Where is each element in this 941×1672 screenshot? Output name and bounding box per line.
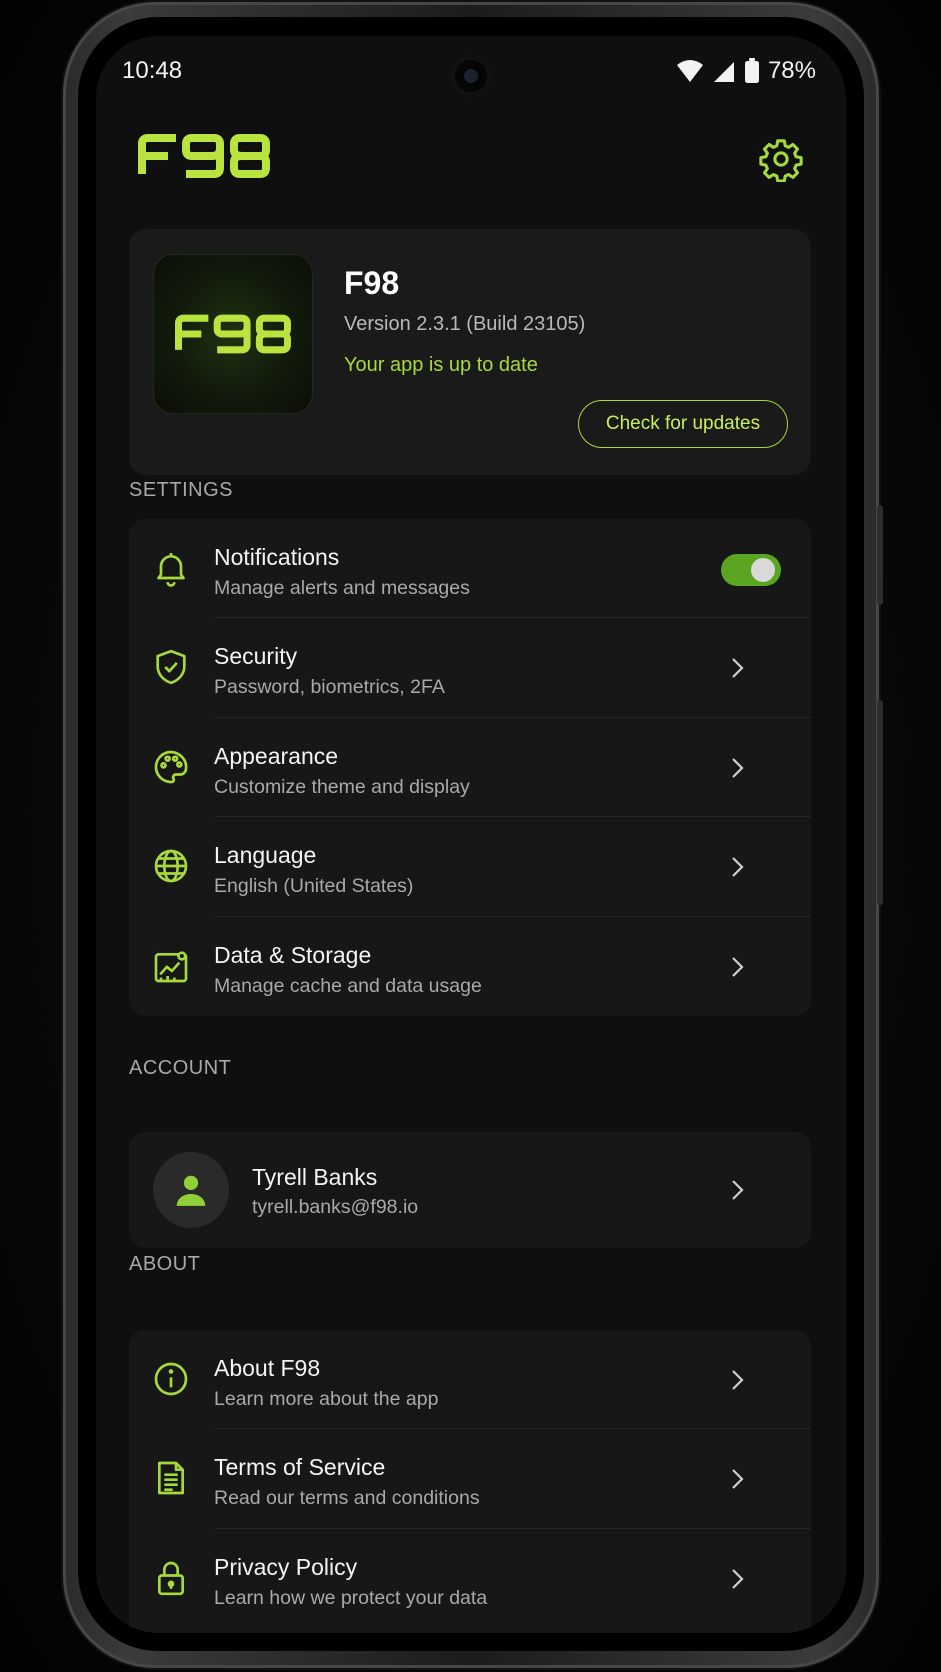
settings-card: Notifications Manage alerts and messages… (129, 519, 811, 1016)
globe-icon (154, 849, 188, 883)
chevron-right-icon (732, 658, 744, 679)
bell-icon (157, 553, 185, 587)
about-item-title: Privacy Policy (214, 1553, 358, 1580)
chevron-right-icon (732, 1370, 744, 1390)
chart-icon (154, 950, 188, 982)
about-section-label: ABOUT (129, 1253, 201, 1275)
about-item-about-f98[interactable]: About F98 Learn more about the app (129, 1330, 811, 1430)
screen: 10:48 78% F98 Version 2.3.1 (Build 23105… (96, 36, 846, 1633)
chevron-right-icon (732, 1569, 744, 1589)
chevron-right-icon (732, 1469, 744, 1490)
settings-item-data-storage[interactable]: Data & Storage Manage cache and data usa… (129, 917, 811, 1016)
settings-item-notifications[interactable]: Notifications Manage alerts and messages (129, 519, 811, 619)
settings-item-security[interactable]: Security Password, biometrics, 2FA (129, 618, 811, 718)
avatar (153, 1152, 229, 1228)
settings-item-title: Appearance (214, 742, 339, 769)
about-item-terms[interactable]: Terms of Service Read our terms and cond… (129, 1429, 811, 1529)
lock-icon (158, 1561, 184, 1595)
settings-item-subtitle: Password, biometrics, 2FA (214, 676, 445, 699)
settings-item-subtitle: Customize theme and display (214, 775, 470, 798)
about-item-subtitle: Learn more about the app (214, 1388, 439, 1410)
about-item-title: Terms of Service (214, 1454, 386, 1481)
chevron-right-icon (732, 857, 744, 877)
wifi-icon (676, 60, 703, 82)
status-icons: 78% (676, 56, 816, 86)
settings-item-subtitle: English (United States) (214, 875, 414, 898)
toggle-knob (751, 558, 775, 582)
status-bar: 10:48 78% (96, 36, 846, 108)
app-info-card: F98 Version 2.3.1 (Build 23105) Your app… (129, 229, 811, 475)
app-icon (153, 254, 313, 414)
signal-icon (713, 62, 734, 82)
chevron-right-icon (732, 956, 744, 977)
settings-item-subtitle: Manage cache and data usage (214, 974, 482, 997)
about-item-title: About F98 (214, 1355, 321, 1381)
about-item-privacy[interactable]: Privacy Policy Learn how we protect your… (129, 1529, 811, 1628)
app-version: Version 2.3.1 (Build 23105) (344, 313, 586, 335)
settings-item-appearance[interactable]: Appearance Customize theme and display (129, 718, 811, 818)
settings-item-title: Security (214, 643, 298, 670)
palette-icon (154, 750, 188, 784)
header-logo (138, 134, 270, 183)
settings-item-subtitle: Manage alerts and messages (214, 577, 470, 599)
shield-check-icon (156, 650, 186, 685)
settings-item-title: Notifications (214, 544, 340, 570)
notifications-toggle[interactable] (721, 554, 781, 586)
account-name: Tyrell Banks (252, 1164, 378, 1190)
document-icon (158, 1462, 184, 1495)
status-time: 10:48 (122, 57, 183, 84)
check-for-updates-button[interactable]: Check for updates (578, 400, 788, 448)
chevron-right-icon (732, 758, 744, 778)
chevron-right-icon (732, 1180, 744, 1200)
account-section-label: ACCOUNT (129, 1057, 232, 1079)
battery-icon (744, 58, 759, 83)
app-name: F98 (344, 265, 400, 301)
battery-percentage: 78% (767, 57, 816, 84)
about-item-subtitle: Learn how we protect your data (214, 1586, 488, 1609)
update-status: Your app is up to date (344, 354, 538, 376)
account-email: tyrell.banks@f98.io (252, 1196, 419, 1218)
user-icon (176, 1175, 206, 1206)
info-icon (154, 1362, 188, 1396)
settings-item-language[interactable]: Language English (United States) (129, 817, 811, 917)
power-button (877, 505, 883, 605)
settings-item-title: Language (214, 842, 317, 869)
about-card: About F98 Learn more about the app Terms… (129, 1330, 811, 1633)
gear-icon[interactable] (758, 136, 804, 183)
account-card[interactable]: Tyrell Banks tyrell.banks@f98.io (129, 1132, 811, 1248)
volume-button (877, 700, 883, 905)
settings-section-label: SETTINGS (129, 479, 234, 501)
settings-item-title: Data & Storage (214, 941, 372, 968)
about-item-subtitle: Read our terms and conditions (214, 1487, 480, 1510)
front-camera (449, 54, 493, 98)
